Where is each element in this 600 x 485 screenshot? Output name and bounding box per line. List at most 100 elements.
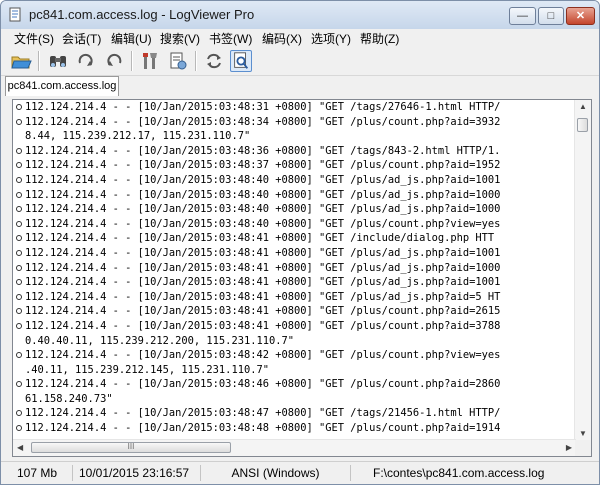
log-line-text: 112.124.214.4 - - [10/Jan/2015:03:48:36 … (25, 144, 501, 157)
line-marker-icon (16, 104, 22, 110)
menu-encoding[interactable]: 编码(X) (262, 30, 302, 47)
menu-bar: 文件(S) 会话(T) 编辑(U) 搜索(V) 书签(W) 编码(X) 选项(Y… (1, 29, 599, 47)
line-marker-icon (16, 206, 22, 213)
undo-arrow-icon[interactable] (103, 50, 125, 72)
line-marker-icon (16, 279, 22, 286)
log-line-text: 112.124.214.4 - - [10/Jan/2015:03:48:41 … (25, 276, 501, 289)
log-line-text: 0.40.40.11, 115.239.212.200, 115.231.110… (25, 334, 294, 347)
log-line-text: 112.124.214.4 - - [10/Jan/2015:03:48:34 … (25, 115, 501, 128)
toolbar-separator (38, 51, 40, 71)
log-line-text: 112.124.214.4 - - [10/Jan/2015:03:48:46 … (25, 378, 501, 391)
log-line-text: 112.124.214.4 - - [10/Jan/2015:03:48:40 … (25, 173, 501, 186)
scroll-left-icon[interactable]: ◀ (17, 443, 23, 452)
log-line[interactable]: 112.124.214.4 - - [10/Jan/2015:03:48:40 … (13, 202, 576, 217)
log-line-text: 112.124.214.4 - - [10/Jan/2015:03:48:41 … (25, 305, 501, 318)
menu-edit[interactable]: 编辑(U) (111, 30, 152, 47)
redo-arrow-icon[interactable] (75, 50, 97, 72)
log-line-text: 112.124.214.4 - - [10/Jan/2015:03:48:48 … (25, 422, 501, 435)
line-marker-icon (16, 235, 22, 242)
line-marker-icon (16, 220, 22, 227)
log-line-text: 8.44, 115.239.212.17, 115.231.110.7" (25, 130, 251, 143)
line-marker-icon (16, 308, 22, 315)
line-marker-icon (16, 322, 22, 329)
toolbar-separator (195, 51, 197, 71)
log-viewer[interactable]: 112.124.214.4 - - [10/Jan/2015:03:48:31 … (12, 99, 592, 457)
log-line-text: 112.124.214.4 - - [10/Jan/2015:03:48:41 … (25, 290, 501, 303)
log-line-text: 112.124.214.4 - - [10/Jan/2015:03:48:41 … (25, 319, 501, 332)
content-area: 112.124.214.4 - - [10/Jan/2015:03:48:31 … (1, 96, 599, 461)
line-marker-icon (16, 381, 22, 388)
line-marker-icon (16, 352, 22, 359)
log-line-text: 112.124.214.4 - - [10/Jan/2015:03:48:40 … (25, 217, 501, 230)
vertical-scrollbar[interactable]: ▲ ▼ (574, 100, 591, 440)
log-line[interactable]: 112.124.214.4 - - [10/Jan/2015:03:48:36 … (13, 144, 576, 159)
log-line[interactable]: 112.124.214.4 - - [10/Jan/2015:03:48:40 … (13, 188, 576, 203)
log-line-text: 112.124.214.4 - - [10/Jan/2015:03:48:40 … (25, 203, 501, 216)
tab-log-file[interactable]: pc841.com.access.log (5, 76, 119, 96)
log-line-text: 112.124.214.4 - - [10/Jan/2015:03:48:31 … (25, 101, 501, 113)
line-marker-icon (16, 293, 22, 300)
horizontal-scroll-thumb[interactable]: III (31, 442, 231, 453)
log-line[interactable]: 112.124.214.4 - - [10/Jan/2015:03:48:41 … (13, 290, 576, 305)
log-line[interactable]: 112.124.214.4 - - [10/Jan/2015:03:48:47 … (13, 406, 576, 421)
minimize-button[interactable]: — (509, 7, 536, 25)
log-line[interactable]: 112.124.214.4 - - [10/Jan/2015:03:48:48 … (13, 421, 576, 436)
scroll-right-icon[interactable]: ▶ (566, 443, 572, 452)
log-line-text: 112.124.214.4 - - [10/Jan/2015:03:48:40 … (25, 188, 501, 201)
menu-help[interactable]: 帮助(Z) (360, 30, 399, 47)
log-line-text: 61.158.240.73" (25, 392, 113, 405)
log-line[interactable]: .40.11, 115.239.212.145, 115.231.110.7" (13, 363, 576, 378)
line-marker-icon (16, 118, 22, 125)
line-marker-icon (16, 162, 22, 169)
log-line-text: 112.124.214.4 - - [10/Jan/2015:03:48:41 … (25, 246, 501, 259)
toolbar-separator (131, 51, 133, 71)
refresh-icon[interactable] (203, 50, 225, 72)
log-line[interactable]: 112.124.214.4 - - [10/Jan/2015:03:48:46 … (13, 377, 576, 392)
log-line[interactable]: 112.124.214.4 - - [10/Jan/2015:03:48:31 … (13, 100, 576, 115)
menu-file[interactable]: 文件(S) (14, 30, 54, 47)
scroll-down-icon[interactable]: ▼ (579, 429, 587, 438)
line-marker-icon (16, 147, 22, 154)
status-datetime: 10/01/2015 23:16:57 (73, 465, 201, 481)
scroll-up-icon[interactable]: ▲ (579, 102, 587, 111)
log-line[interactable]: 112.124.214.4 - - [10/Jan/2015:03:48:41 … (13, 231, 576, 246)
open-folder-icon[interactable] (10, 50, 32, 72)
line-marker-icon (16, 410, 22, 417)
tab-strip: pc841.com.access.log (1, 76, 599, 96)
status-file-path: F:\contes\pc841.com.access.log (373, 466, 545, 480)
log-line[interactable]: 0.40.40.11, 115.239.212.200, 115.231.110… (13, 334, 576, 349)
title-bar[interactable]: pc841.com.access.log - LogViewer Pro — □… (1, 1, 599, 29)
horizontal-scrollbar[interactable]: ◀ III ▶ (13, 439, 576, 456)
menu-bookmarks[interactable]: 书签(W) (209, 30, 252, 47)
menu-options[interactable]: 选项(Y) (311, 30, 351, 47)
status-bar: 107 Mb 10/01/2015 23:16:57 ANSI (Windows… (1, 461, 599, 484)
document-settings-icon[interactable] (167, 50, 189, 72)
log-line[interactable]: 112.124.214.4 - - [10/Jan/2015:03:48:41 … (13, 246, 576, 261)
log-lines[interactable]: 112.124.214.4 - - [10/Jan/2015:03:48:31 … (13, 100, 576, 440)
binoculars-icon[interactable] (47, 50, 69, 72)
line-marker-icon (16, 249, 22, 256)
status-encoding: ANSI (Windows) (201, 465, 351, 481)
log-line[interactable]: 112.124.214.4 - - [10/Jan/2015:03:48:42 … (13, 348, 576, 363)
log-line[interactable]: 61.158.240.73" (13, 392, 576, 407)
log-line[interactable]: 112.124.214.4 - - [10/Jan/2015:03:48:37 … (13, 158, 576, 173)
log-line[interactable]: 112.124.214.4 - - [10/Jan/2015:03:48:41 … (13, 261, 576, 276)
document-search-icon[interactable] (230, 50, 252, 72)
window-title: pc841.com.access.log - LogViewer Pro (29, 7, 255, 22)
maximize-button[interactable]: □ (538, 7, 564, 25)
log-line[interactable]: 112.124.214.4 - - [10/Jan/2015:03:48:41 … (13, 319, 576, 334)
vertical-scroll-thumb[interactable] (577, 118, 588, 132)
menu-session[interactable]: 会话(T) (62, 30, 101, 47)
close-button[interactable]: ✕ (566, 7, 595, 25)
scrollbar-corner (575, 440, 591, 456)
menu-search[interactable]: 搜索(V) (160, 30, 200, 47)
log-line[interactable]: 8.44, 115.239.212.17, 115.231.110.7" (13, 129, 576, 144)
tools-icon[interactable] (139, 50, 161, 72)
line-marker-icon (16, 425, 22, 432)
log-line[interactable]: 112.124.214.4 - - [10/Jan/2015:03:48:34 … (13, 115, 576, 130)
log-line[interactable]: 112.124.214.4 - - [10/Jan/2015:03:48:41 … (13, 275, 576, 290)
log-line[interactable]: 112.124.214.4 - - [10/Jan/2015:03:48:40 … (13, 217, 576, 232)
log-line[interactable]: 112.124.214.4 - - [10/Jan/2015:03:48:40 … (13, 173, 576, 188)
log-line[interactable]: 112.124.214.4 - - [10/Jan/2015:03:48:41 … (13, 304, 576, 319)
app-window: pc841.com.access.log - LogViewer Pro — □… (0, 0, 600, 485)
